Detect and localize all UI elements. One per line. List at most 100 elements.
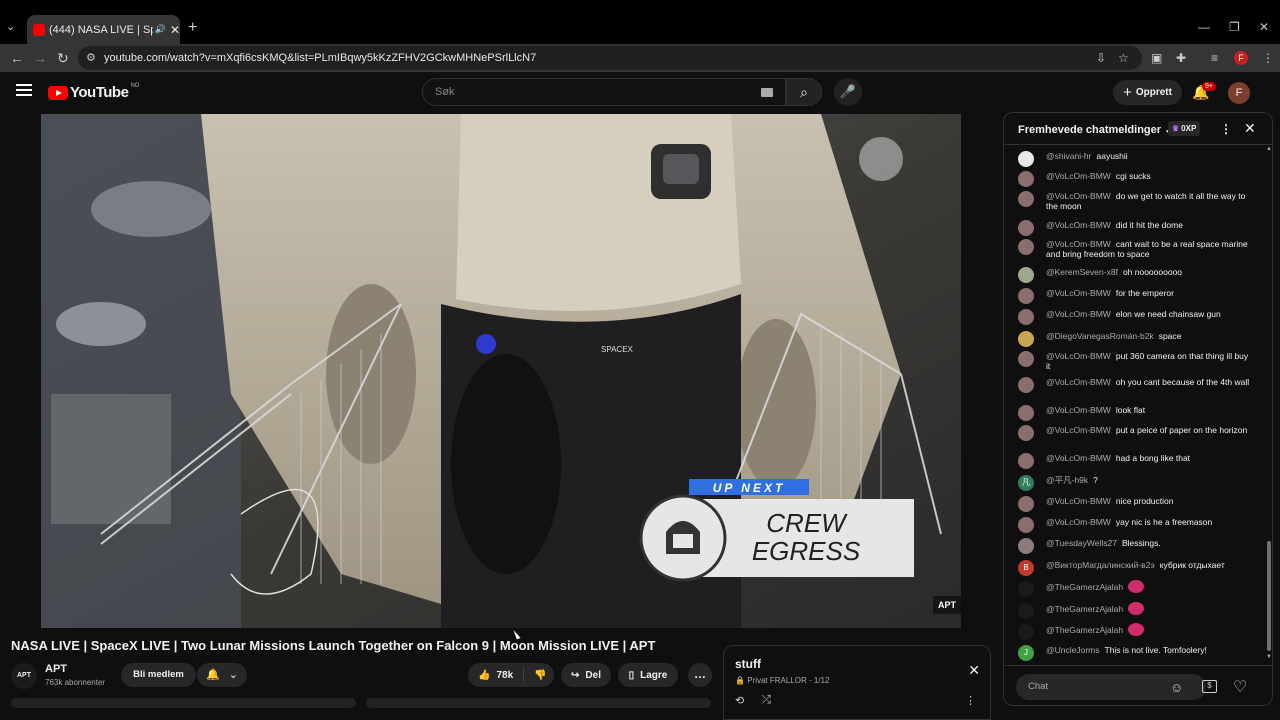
chat-author-avatar[interactable] <box>1018 267 1034 283</box>
chat-author-avatar[interactable] <box>1018 405 1034 421</box>
description-preview[interactable] <box>11 698 356 708</box>
chat-author-avatar[interactable] <box>1018 581 1034 597</box>
youtube-logo[interactable]: YouTube NO <box>48 83 139 101</box>
chat-mode-dropdown[interactable]: Fremhevede chatmeldinger ⌄ <box>1018 123 1173 136</box>
chat-author-name[interactable]: @shivani-hr <box>1046 151 1091 161</box>
chat-author-name[interactable]: @TuesdayWells27 <box>1046 538 1117 548</box>
create-button[interactable]: + Opprett <box>1113 80 1182 105</box>
chat-author-avatar[interactable] <box>1018 517 1034 533</box>
browser-menu-icon[interactable]: ⋮ <box>1262 51 1274 65</box>
chat-author-avatar[interactable] <box>1018 351 1034 367</box>
chat-author-name[interactable]: @VoLcOm-BMW <box>1046 191 1111 201</box>
heart-reaction-icon[interactable]: ♡ <box>1233 677 1247 697</box>
scroll-up-icon[interactable]: ▲ <box>1266 146 1272 152</box>
chat-author-avatar[interactable]: J <box>1018 645 1034 661</box>
chat-author-name[interactable]: @TheGamerzAjalah <box>1046 582 1123 592</box>
chat-author-name[interactable]: @VoLcOm-BMW <box>1046 425 1111 435</box>
chat-author-avatar[interactable] <box>1018 624 1034 640</box>
chat-author-name[interactable]: @VoLcOm-BMW <box>1046 220 1111 230</box>
new-tab-icon[interactable]: + <box>188 19 197 37</box>
keyboard-icon[interactable] <box>761 88 773 97</box>
chat-author-name[interactable]: @ВикторМагдалинский-в2э <box>1046 560 1155 570</box>
chat-author-avatar[interactable] <box>1018 288 1034 304</box>
forward-icon[interactable]: → <box>33 50 47 66</box>
site-info-icon[interactable]: ⚙ <box>86 51 96 64</box>
chat-more-icon[interactable]: ⋮ <box>1220 122 1232 136</box>
chat-author-avatar[interactable] <box>1018 239 1034 255</box>
chat-author-avatar[interactable] <box>1018 151 1034 167</box>
save-button[interactable]: ▯ Lagre <box>618 663 678 687</box>
url-field[interactable]: ⚙ youtube.com/watch?v=mXqfi6csKMQ&list=P… <box>78 46 1142 70</box>
install-app-icon[interactable]: ⇩ <box>1096 51 1106 65</box>
emoji-icon[interactable]: ☺ <box>1170 680 1183 695</box>
chat-author-avatar[interactable] <box>1018 331 1034 347</box>
tab-search-chevron-icon[interactable]: ⌄ <box>6 20 15 33</box>
bookmark-star-icon[interactable]: ☆ <box>1118 51 1129 65</box>
chat-author-name[interactable]: @TheGamerzAjalah <box>1046 625 1123 635</box>
close-playlist-icon[interactable]: ✕ <box>968 662 980 679</box>
chat-author-name[interactable]: @VoLcOm-BMW <box>1046 517 1111 527</box>
xp-badge[interactable]: ♛ 0XP <box>1168 121 1201 136</box>
channel-name[interactable]: APT <box>45 663 67 675</box>
tab-groups-icon[interactable]: ▣ <box>1151 51 1162 65</box>
extensions-icon[interactable]: ✚ <box>1176 51 1186 65</box>
dislike-button[interactable]: 👎 <box>524 670 546 681</box>
close-tab-icon[interactable]: ✕ <box>170 23 180 37</box>
chat-author-name[interactable]: @VoLcOm-BMW <box>1046 496 1111 506</box>
chat-author-name[interactable]: @VoLcOm-BMW <box>1046 239 1111 249</box>
chat-author-avatar[interactable] <box>1018 220 1034 236</box>
voice-search-button[interactable]: 🎤 <box>834 78 862 106</box>
back-icon[interactable]: ← <box>10 50 24 66</box>
chat-author-name[interactable]: @VoLcOm-BMW <box>1046 171 1111 181</box>
video-player[interactable]: SPACEX UP NEXT CREW EGRESS APT <box>41 114 961 628</box>
chat-author-avatar[interactable] <box>1018 453 1034 469</box>
scroll-down-icon[interactable]: ▼ <box>1266 654 1272 660</box>
shuffle-icon[interactable]: ⤮ <box>762 694 771 707</box>
profile-avatar[interactable]: F <box>1234 51 1248 65</box>
search-input[interactable]: Søk <box>422 78 786 106</box>
chat-author-name[interactable]: @平凡-h9k <box>1046 475 1088 485</box>
subscription-bell-button[interactable]: 🔔 ⌄ <box>197 663 247 687</box>
chat-author-avatar[interactable]: 凡 <box>1018 475 1034 491</box>
like-button[interactable]: 👍 78k <box>468 667 524 683</box>
share-button[interactable]: ↪ Del <box>561 663 611 687</box>
chat-author-name[interactable]: @UncleJorms <box>1046 645 1100 655</box>
menu-icon[interactable] <box>16 84 32 96</box>
account-avatar[interactable]: F <box>1228 82 1250 104</box>
chat-author-avatar[interactable] <box>1018 309 1034 325</box>
chat-author-name[interactable]: @VoLcOm-BMW <box>1046 405 1111 415</box>
scrollbar-thumb[interactable] <box>1267 541 1271 651</box>
chat-author-name[interactable]: @VoLcOm-BMW <box>1046 309 1111 319</box>
chat-author-name[interactable]: @VoLcOm-BMW <box>1046 288 1111 298</box>
close-window-icon[interactable]: ✕ <box>1259 20 1269 34</box>
reload-icon[interactable]: ↻ <box>57 50 69 67</box>
playlist-title[interactable]: stuff <box>735 657 761 671</box>
chat-author-avatar[interactable] <box>1018 377 1034 393</box>
chat-author-name[interactable]: @TheGamerzAjalah <box>1046 604 1123 614</box>
super-chat-icon[interactable]: $ <box>1202 680 1217 693</box>
chat-author-avatar[interactable] <box>1018 191 1034 207</box>
more-actions-button[interactable]: … <box>688 663 712 687</box>
media-control-icon[interactable]: ≡ <box>1211 51 1218 65</box>
join-button[interactable]: Bli medlem <box>121 663 196 687</box>
chat-author-avatar[interactable] <box>1018 171 1034 187</box>
chat-author-avatar[interactable] <box>1018 496 1034 512</box>
chat-scrollbar[interactable]: ▲ ▼ <box>1266 146 1272 664</box>
chat-author-name[interactable]: @DiegoVanegasRomán-b2k <box>1046 331 1154 341</box>
maximize-icon[interactable]: ❐ <box>1229 20 1240 34</box>
chat-author-avatar[interactable] <box>1018 603 1034 619</box>
description-preview-right[interactable] <box>366 698 711 708</box>
chat-author-name[interactable]: @VoLcOm-BMW <box>1046 351 1111 361</box>
chat-author-avatar[interactable]: В <box>1018 560 1034 576</box>
chat-author-name[interactable]: @VoLcOm-BMW <box>1046 453 1111 463</box>
chat-author-name[interactable]: @KeremSeven-x8f <box>1046 267 1118 277</box>
loop-icon[interactable]: ⟲ <box>735 694 744 707</box>
search-button[interactable]: ⌕ <box>786 78 822 106</box>
chat-author-avatar[interactable] <box>1018 425 1034 441</box>
playlist-more-icon[interactable]: ⋮ <box>965 694 976 707</box>
minimize-icon[interactable]: — <box>1198 20 1210 34</box>
channel-avatar[interactable]: APT <box>11 663 37 689</box>
browser-tab[interactable]: (444) NASA LIVE | SpaceX LI 🔊 ✕ <box>27 15 180 44</box>
close-chat-icon[interactable]: ✕ <box>1244 120 1256 137</box>
chat-author-avatar[interactable] <box>1018 538 1034 554</box>
